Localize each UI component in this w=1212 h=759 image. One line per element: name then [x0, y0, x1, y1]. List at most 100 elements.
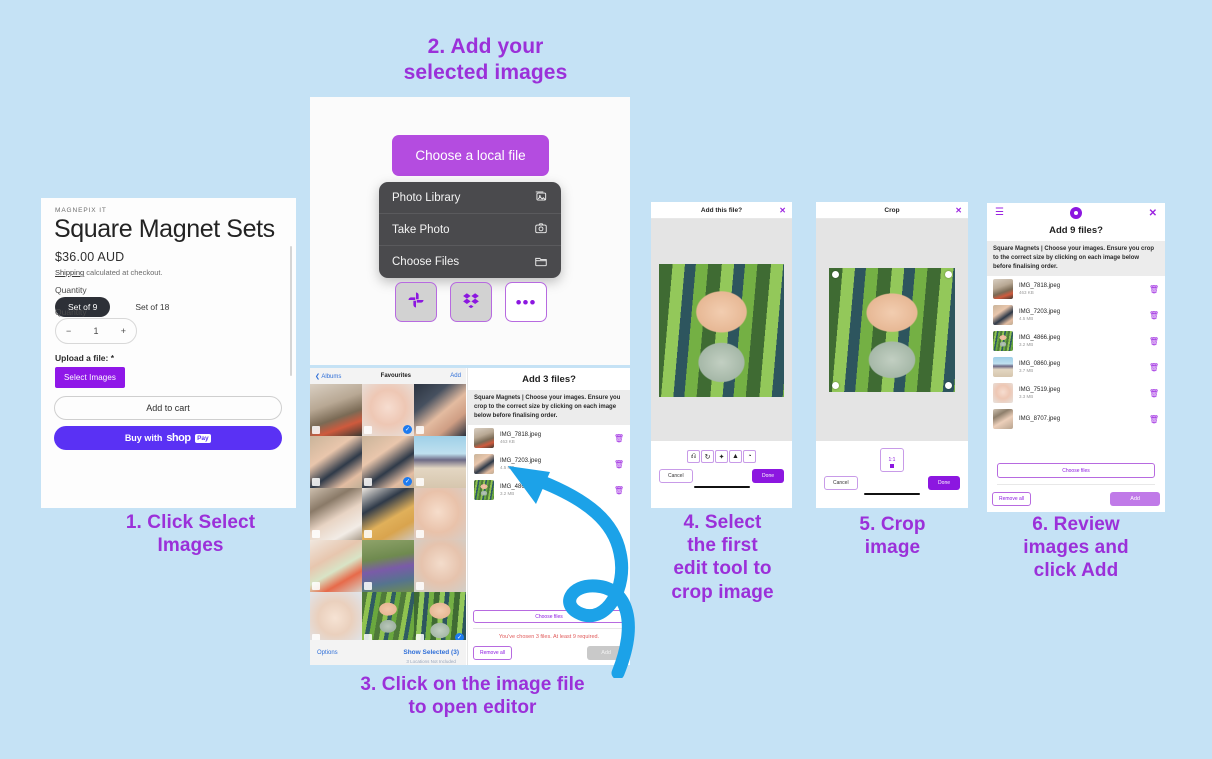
more-sources-button[interactable]: •••	[505, 282, 547, 322]
file-thumbnail[interactable]	[993, 383, 1013, 403]
rotate-icon[interactable]: ↻	[701, 450, 714, 463]
scrollbar[interactable]	[290, 246, 292, 376]
hamburger-icon[interactable]: ☰	[995, 208, 1004, 218]
crop-selection[interactable]	[829, 268, 955, 392]
file-list-item[interactable]: IMG_7203.jpeg 4.5 MB 🗑	[987, 302, 1165, 328]
file-list-item[interactable]: IMG_7519.jpeg 3.3 MB 🗑	[987, 380, 1165, 406]
done-button[interactable]: Done	[928, 476, 960, 490]
file-thumbnail[interactable]	[993, 305, 1013, 325]
photo-grid-cell[interactable]	[362, 540, 414, 592]
back-to-albums-button[interactable]: ❮ Albums	[315, 373, 341, 380]
file-name: IMG_7203.jpeg	[500, 458, 542, 464]
delete-file-icon[interactable]: 🗑	[1149, 415, 1159, 424]
file-thumbnail[interactable]	[474, 480, 494, 500]
menu-item-label: Choose Files	[392, 256, 460, 268]
photo-grid-cell[interactable]: ✓	[414, 592, 466, 644]
add-3-files-dialog: Add 3 files? Square Magnets | Choose you…	[467, 368, 630, 665]
file-list-item[interactable]: IMG_4866.jpeg 3.2 MB 🗑	[987, 328, 1165, 354]
delete-file-icon[interactable]: 🗑	[1149, 363, 1159, 372]
photo-grid-cell[interactable]	[310, 436, 362, 488]
photo-grid-cell[interactable]	[414, 540, 466, 592]
close-icon[interactable]: ✕	[779, 206, 786, 215]
file-list-item[interactable]: IMG_7203.jpeg 4.5 MB 🗑	[468, 451, 630, 477]
photo-grid-cell[interactable]: ✓	[362, 436, 414, 488]
add-to-cart-button[interactable]: Add to cart	[54, 396, 282, 420]
crop-icon[interactable]: ⎌	[687, 450, 700, 463]
favourite-heart-icon	[416, 478, 424, 486]
file-list-item[interactable]: IMG_7818.jpeg 463 KB 🗑	[987, 276, 1165, 302]
photo-library-icon	[534, 189, 548, 206]
filter-icon[interactable]: ▲	[729, 450, 742, 463]
crop-handle-top-left[interactable]	[832, 271, 839, 278]
quantity-stepper[interactable]: − 1 +	[55, 318, 137, 344]
google-photos-source-button[interactable]	[395, 282, 437, 322]
photo-grid-cell[interactable]	[414, 436, 466, 488]
remove-all-button[interactable]: Remove all	[992, 492, 1032, 506]
select-images-button[interactable]: Select Images	[55, 367, 125, 388]
close-icon[interactable]: ✕	[1149, 208, 1157, 219]
remove-all-button[interactable]: Remove all	[473, 646, 513, 660]
buy-with-shop-pay-button[interactable]: Buy with shop Pay	[54, 426, 282, 450]
crop-handle-bottom-left[interactable]	[832, 382, 839, 389]
menu-item-take-photo[interactable]: Take Photo	[379, 214, 561, 246]
file-meta: IMG_4866.jpeg 3.2 MB	[1019, 335, 1143, 347]
done-button[interactable]: Done	[752, 469, 784, 483]
menu-item-choose-files[interactable]: Choose Files	[379, 246, 561, 278]
delete-file-icon[interactable]: 🗑	[1149, 311, 1159, 320]
delete-file-icon[interactable]: 🗑	[1149, 389, 1159, 398]
photo-grid-cell[interactable]	[310, 540, 362, 592]
choose-files-button[interactable]: Choose files	[473, 610, 625, 623]
photo-grid-cell[interactable]	[414, 384, 466, 436]
file-list-item[interactable]: IMG_7818.jpeg 463 KB 🗑	[468, 425, 630, 451]
magic-wand-icon[interactable]: ✦	[715, 450, 728, 463]
delete-file-icon[interactable]: 🗑	[614, 486, 624, 495]
aspect-ratio-button[interactable]: 1:1	[880, 448, 904, 472]
quantity-decrement[interactable]: −	[66, 326, 71, 336]
file-thumbnail[interactable]	[993, 279, 1013, 299]
photo-grid-cell[interactable]	[310, 488, 362, 540]
file-thumbnail[interactable]	[993, 409, 1013, 429]
choose-files-button[interactable]: Choose files	[997, 463, 1155, 478]
menu-item-photo-library[interactable]: Photo Library	[379, 182, 561, 214]
cancel-button[interactable]: Cancel	[659, 469, 693, 483]
file-name: IMG_7519.jpeg	[1019, 387, 1061, 393]
cancel-button[interactable]: Cancel	[824, 476, 858, 490]
close-icon[interactable]: ✕	[955, 206, 962, 215]
photo-grid-cell[interactable]	[414, 488, 466, 540]
shipping-link[interactable]: Shipping	[55, 268, 84, 277]
favourite-heart-icon	[312, 426, 320, 434]
file-list-item[interactable]: IMG_0860.jpeg 3.7 MB 🗑	[987, 354, 1165, 380]
delete-file-icon[interactable]: 🗑	[1149, 337, 1159, 346]
favourite-heart-icon	[364, 530, 372, 538]
file-thumbnail[interactable]	[993, 331, 1013, 351]
color-icon[interactable]: ◔	[743, 450, 756, 463]
photo-grid-cell[interactable]	[310, 592, 362, 644]
quantity-increment[interactable]: +	[121, 326, 126, 336]
file-list-item[interactable]: IMG_8707.jpeg 🗑	[987, 406, 1165, 432]
shop-pay-prefix: Buy with	[124, 433, 163, 443]
add-button[interactable]: Add	[587, 646, 625, 660]
delete-file-icon[interactable]: 🗑	[1149, 285, 1159, 294]
show-selected-button[interactable]: Show Selected (3) 3 Locations Not Includ…	[403, 641, 459, 664]
file-meta: IMG_8707.jpeg	[1019, 416, 1143, 423]
add-button[interactable]: Add	[1110, 492, 1160, 506]
variant-set-of-18[interactable]: Set of 18	[122, 297, 182, 317]
photo-grid-cell[interactable]: ✓	[362, 384, 414, 436]
photo-grid-cell[interactable]	[362, 488, 414, 540]
options-button[interactable]: Options	[317, 650, 338, 656]
file-thumbnail[interactable]	[474, 428, 494, 448]
delete-file-icon[interactable]: 🗑	[614, 460, 624, 469]
file-list-item[interactable]: IMG_4866.jpeg 3.2 MB 🗑	[468, 477, 630, 503]
preview-image[interactable]	[659, 263, 784, 397]
delete-file-icon[interactable]: 🗑	[614, 434, 624, 443]
choose-a-local-file-button[interactable]: Choose a local file	[392, 135, 549, 176]
add-photos-button[interactable]: Add	[450, 373, 461, 379]
photo-grid-cell[interactable]	[310, 384, 362, 436]
dropbox-source-button[interactable]	[450, 282, 492, 322]
file-thumbnail[interactable]	[993, 357, 1013, 377]
dialog-title: Crop	[884, 206, 900, 214]
photo-grid-cell[interactable]	[362, 592, 414, 644]
file-thumbnail[interactable]	[474, 454, 494, 474]
crop-handle-top-right[interactable]	[945, 271, 952, 278]
crop-handle-bottom-right[interactable]	[945, 382, 952, 389]
